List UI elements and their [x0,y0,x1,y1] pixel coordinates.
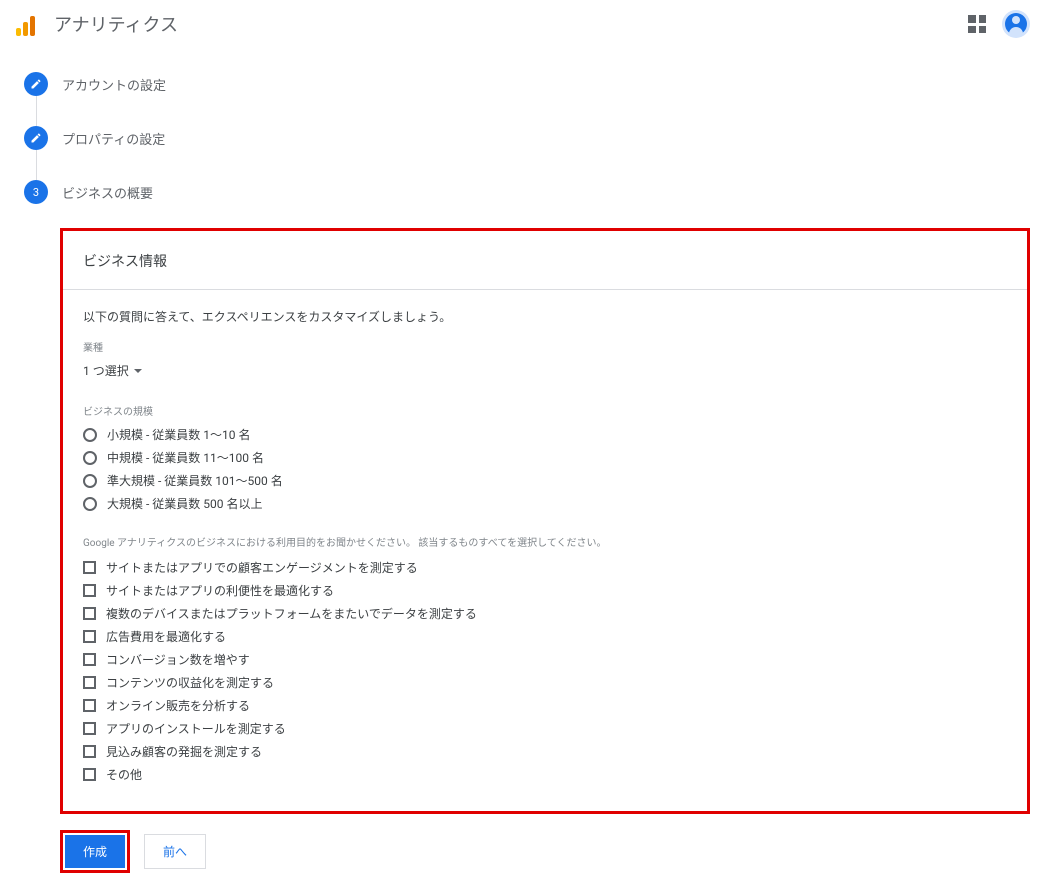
step-label: アカウントの設定 [62,75,166,94]
purpose-checkbox-group: サイトまたはアプリでの顧客エンゲージメントを測定する サイトまたはアプリの利便性… [83,559,1007,783]
purpose-option-label: その他 [106,766,142,783]
step-business[interactable]: 3 ビジネスの概要 [24,180,1046,204]
step-account[interactable]: アカウントの設定 [24,72,1046,96]
back-button[interactable]: 前へ [144,834,206,869]
purpose-option[interactable]: オンライン販売を分析する [83,697,1007,714]
avatar[interactable] [1002,10,1030,38]
size-option-label: 小規模 - 従業員数 1～10 名 [107,426,250,443]
app-title: アナリティクス [54,11,178,37]
step-label: プロパティの設定 [62,129,165,148]
step-property[interactable]: プロパティの設定 [24,126,1046,150]
purpose-option-label: サイトまたはアプリでの顧客エンゲージメントを測定する [106,559,418,576]
size-label: ビジネスの規模 [83,403,1007,418]
purpose-option[interactable]: サイトまたはアプリの利便性を最適化する [83,582,1007,599]
checkbox-icon [83,561,96,574]
purpose-option[interactable]: その他 [83,766,1007,783]
checkbox-icon [83,676,96,689]
panel-title: ビジネス情報 [83,251,1007,289]
size-option-label: 準大規模 - 従業員数 101～500 名 [107,472,283,489]
content-area: アカウントの設定 プロパティの設定 3 ビジネスの概要 ビジネス情報 以下の質問… [0,48,1046,873]
checkbox-icon [83,584,96,597]
radio-icon [83,497,97,511]
purpose-option-label: オンライン販売を分析する [106,697,250,714]
radio-icon [83,474,97,488]
step-label: ビジネスの概要 [62,183,153,202]
purpose-label: Google アナリティクスのビジネスにおける利用目的をお聞かせください。 該当… [83,534,1007,549]
size-option-large[interactable]: 準大規模 - 従業員数 101～500 名 [83,472,1007,489]
purpose-option[interactable]: 広告費用を最適化する [83,628,1007,645]
industry-label: 業種 [83,339,1007,354]
purpose-option-label: 広告費用を最適化する [106,628,226,645]
create-button[interactable]: 作成 [65,835,125,868]
industry-selected-text: 1 つ選択 [83,362,129,379]
radio-icon [83,451,97,465]
step-number-badge: 3 [24,180,48,204]
purpose-option-label: アプリのインストールを測定する [106,720,286,737]
size-option-small[interactable]: 小規模 - 従業員数 1～10 名 [83,426,1007,443]
apps-grid-icon[interactable] [968,15,986,33]
radio-icon [83,428,97,442]
business-info-panel: ビジネス情報 以下の質問に答えて、エクスペリエンスをカスタマイズしましょう。 業… [60,228,1030,814]
purpose-option-label: コンテンツの収益化を測定する [106,674,274,691]
purpose-option[interactable]: サイトまたはアプリでの顧客エンゲージメントを測定する [83,559,1007,576]
size-radio-group: 小規模 - 従業員数 1～10 名 中規模 - 従業員数 11～100 名 準大… [83,426,1007,512]
step-connector [36,150,37,180]
purpose-option-label: 見込み顧客の発掘を測定する [106,743,262,760]
checkbox-icon [83,768,96,781]
purpose-option[interactable]: コンバージョン数を増やす [83,651,1007,668]
divider [63,289,1027,290]
size-option-label: 中規模 - 従業員数 11～100 名 [107,449,264,466]
step-done-icon [24,126,48,150]
button-row: 作成 前へ [60,830,1046,873]
purpose-option[interactable]: 複数のデバイスまたはプラットフォームをまたいでデータを測定する [83,605,1007,622]
purpose-option-label: コンバージョン数を増やす [106,651,250,668]
purpose-option-label: 複数のデバイスまたはプラットフォームをまたいでデータを測定する [106,605,477,622]
purpose-option-label: サイトまたはアプリの利便性を最適化する [106,582,334,599]
checkbox-icon [83,722,96,735]
app-header: アナリティクス [0,0,1046,48]
checkbox-icon [83,745,96,758]
create-button-highlight: 作成 [60,830,130,873]
purpose-option[interactable]: 見込み顧客の発掘を測定する [83,743,1007,760]
header-right [968,10,1030,38]
size-option-label: 大規模 - 従業員数 500 名以上 [107,495,262,512]
checkbox-icon [83,607,96,620]
size-option-xlarge[interactable]: 大規模 - 従業員数 500 名以上 [83,495,1007,512]
industry-select[interactable]: 1 つ選択 [83,362,1007,379]
step-done-icon [24,72,48,96]
panel-subtitle: 以下の質問に答えて、エクスペリエンスをカスタマイズしましょう。 [83,308,1007,325]
purpose-option[interactable]: アプリのインストールを測定する [83,720,1007,737]
header-left: アナリティクス [12,11,178,37]
purpose-option[interactable]: コンテンツの収益化を測定する [83,674,1007,691]
analytics-logo-icon [16,12,40,36]
chevron-down-icon [134,369,142,373]
size-option-medium[interactable]: 中規模 - 従業員数 11～100 名 [83,449,1007,466]
checkbox-icon [83,699,96,712]
checkbox-icon [83,653,96,666]
checkbox-icon [83,630,96,643]
step-connector [36,96,37,126]
